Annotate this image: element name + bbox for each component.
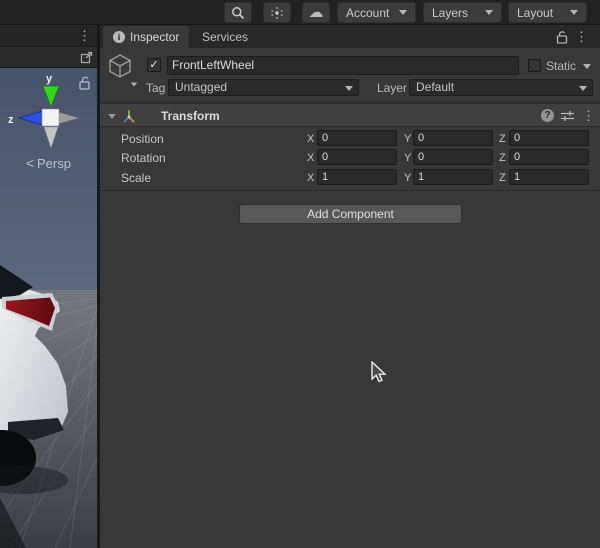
rotation-x-field[interactable]: 0 (317, 149, 397, 165)
y-axis-label: Y (404, 133, 412, 145)
gizmo-z-label: z (8, 114, 14, 126)
foldout-icon[interactable] (108, 114, 116, 119)
kebab-menu-icon[interactable]: ⋮ (575, 30, 588, 43)
scale-y-field[interactable]: 1 (413, 169, 493, 185)
cloud-icon: ☁ (308, 4, 324, 21)
chevron-down-icon (570, 10, 578, 15)
scene-toolbar (0, 47, 97, 68)
static-label: Static (546, 59, 577, 73)
lock-icon[interactable] (556, 30, 568, 44)
cube-dropdown-icon[interactable] (130, 82, 138, 87)
help-icon[interactable]: ? (541, 109, 554, 122)
tab-inspector[interactable]: i Inspector (103, 26, 190, 48)
tab-inspector-label: Inspector (130, 30, 180, 44)
transform-title: Transform (161, 109, 220, 123)
chevron-down-icon (399, 10, 407, 15)
layer-dropdown[interactable]: Default (409, 79, 593, 96)
active-checkbox[interactable]: ✓ (147, 58, 161, 72)
position-x-field[interactable]: 0 (317, 130, 397, 146)
activity-indicator-icon (271, 6, 283, 19)
position-label: Position (121, 132, 164, 146)
x-axis-label: X (307, 152, 315, 164)
scale-label: Scale (121, 171, 152, 185)
mouse-cursor (371, 361, 387, 383)
chevron-down-icon (485, 10, 493, 15)
layer-label: Layer (377, 81, 408, 95)
layer-value: Default (416, 80, 455, 94)
tab-services[interactable]: Services (192, 26, 258, 48)
header-divider (100, 101, 600, 102)
y-axis-label: Y (404, 172, 412, 184)
tag-dropdown[interactable]: Untagged (168, 79, 359, 96)
layers-label: Layers (432, 5, 469, 20)
account-label: Account (346, 5, 390, 20)
gameobject-cube-icon[interactable] (107, 53, 133, 79)
persp-label[interactable]: < Persp (26, 155, 71, 171)
main-toolbar: ☁ Account Layers Layout (0, 0, 600, 25)
account-dropdown[interactable]: Account (337, 2, 416, 23)
persp-arrow-icon: < (26, 155, 34, 171)
y-axis-label: Y (404, 152, 412, 164)
tag-value: Untagged (175, 80, 228, 94)
check-icon: ✓ (149, 59, 159, 71)
scene-viewport[interactable]: y z < Persp (0, 68, 97, 548)
tab-services-label: Services (202, 30, 249, 44)
inspector-tab-bar: i Inspector Services ⋮ (100, 25, 600, 48)
scale-x-field[interactable]: 1 (317, 169, 397, 185)
popout-icon[interactable] (80, 51, 93, 64)
chevron-down-icon (345, 86, 353, 91)
rotation-y-field[interactable]: 0 (413, 149, 493, 165)
kebab-menu-icon[interactable]: ⋮ (582, 109, 595, 122)
presets-icon[interactable] (561, 110, 574, 122)
layout-dropdown[interactable]: Layout (508, 2, 587, 23)
z-axis-label: Z (499, 152, 506, 164)
transform-component-header[interactable]: Transform ? ⋮ (100, 103, 600, 127)
chevron-down-icon (579, 86, 587, 91)
component-divider (100, 190, 600, 191)
scene-tab-bar: ⋮ (0, 25, 97, 47)
x-axis-label: X (307, 133, 315, 145)
cloud-button[interactable]: ☁ (302, 2, 330, 23)
gizmo-center-cube (41, 108, 60, 127)
static-dropdown-icon[interactable] (583, 64, 591, 69)
rotation-z-field[interactable]: 0 (509, 149, 589, 165)
z-axis-label: Z (499, 172, 506, 184)
gizmo-y-label: y (46, 73, 53, 85)
tag-label: Tag (146, 81, 166, 95)
z-axis-label: Z (499, 133, 506, 145)
rotation-label: Rotation (121, 151, 166, 165)
layers-dropdown[interactable]: Layers (423, 2, 502, 23)
transform-icon (123, 110, 135, 123)
gameobject-name-field[interactable]: FrontLeftWheel (167, 56, 519, 75)
kebab-menu-icon[interactable]: ⋮ (78, 29, 91, 42)
static-checkbox[interactable] (528, 59, 541, 72)
scale-z-field[interactable]: 1 (509, 169, 589, 185)
unity-editor-window: ☁ Account Layers Layout ⋮ y z < Persp i … (0, 0, 600, 548)
activity-button[interactable] (263, 2, 291, 23)
layout-label: Layout (517, 5, 554, 20)
svg-text:Persp: Persp (37, 156, 71, 171)
x-axis-label: X (307, 172, 315, 184)
search-icon (232, 6, 245, 19)
info-icon: i (113, 31, 125, 43)
position-z-field[interactable]: 0 (509, 130, 589, 146)
position-y-field[interactable]: 0 (413, 130, 493, 146)
search-button[interactable] (224, 2, 252, 23)
add-component-button[interactable]: Add Component (239, 204, 462, 224)
